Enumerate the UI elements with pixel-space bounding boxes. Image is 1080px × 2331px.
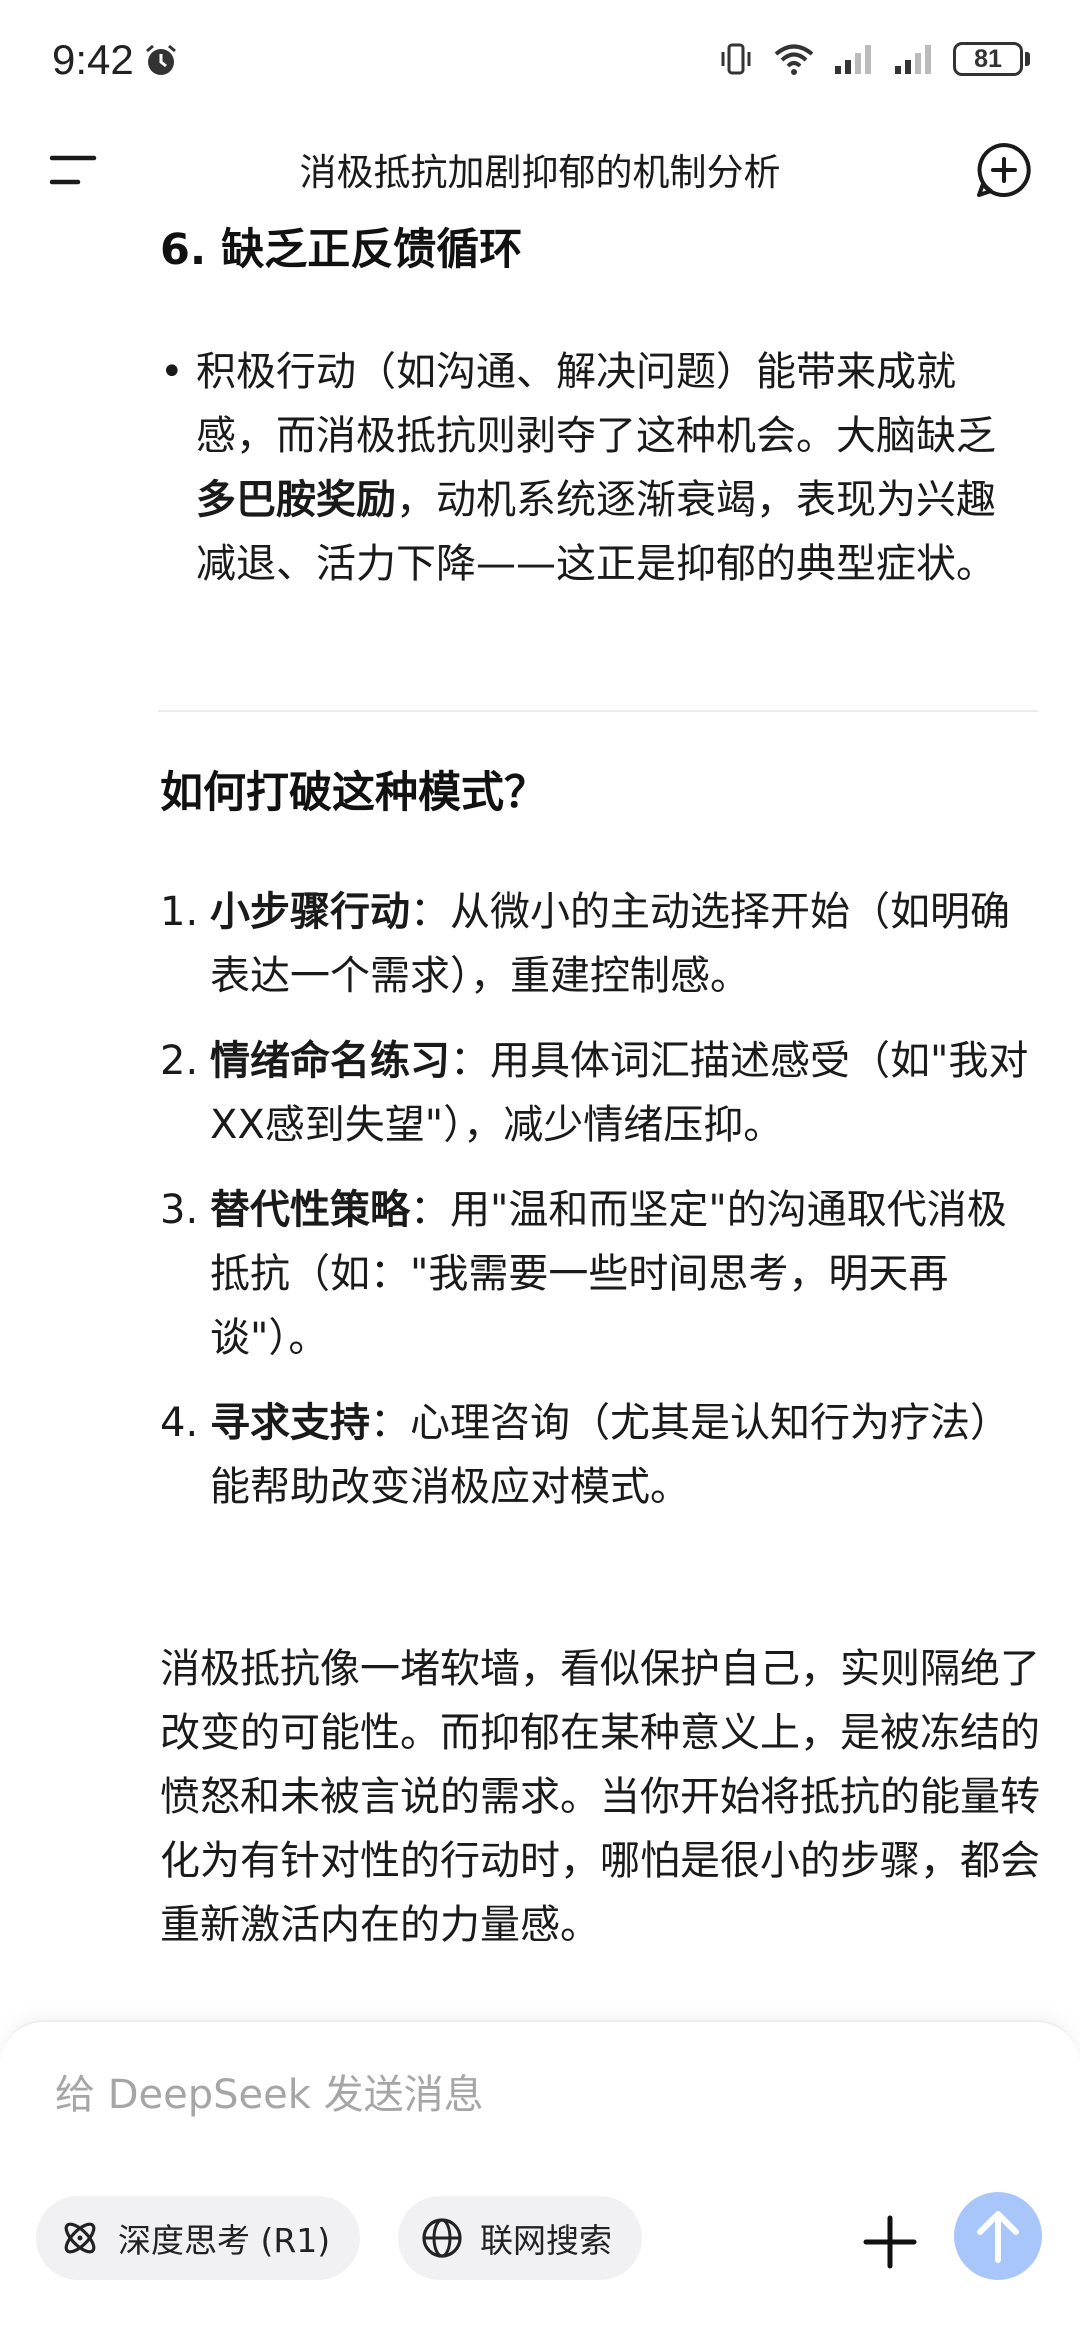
section-heading: 6. 缺乏正反馈循环 — [160, 225, 523, 275]
list-number: 3. — [160, 1187, 199, 1233]
web-search-button[interactable]: 联网搜索 — [398, 2196, 642, 2280]
signal-icon — [835, 45, 871, 74]
plus-icon[interactable] — [860, 2212, 920, 2272]
section-heading-break-pattern: 如何打破这种模式？ — [160, 768, 547, 818]
bullet-marker: • — [160, 349, 184, 395]
vibrate-icon — [721, 43, 751, 75]
list-item-bold: 情绪命名练习 — [210, 1038, 450, 1084]
steps-list: 1. 小步骤行动：从微小的主动选择开始（如明确表达一个需求），重建控制感。 2.… — [160, 880, 1040, 1540]
web-search-label: 联网搜索 — [480, 2221, 612, 2260]
input-panel: 给 DeepSeek 发送消息 深度思考 (R1) 联网搜索 — [0, 2020, 1080, 2331]
divider — [158, 710, 1038, 712]
list-number: 4. — [160, 1400, 199, 1446]
globe-icon — [422, 2218, 462, 2258]
list-item-bold: 替代性策略 — [210, 1187, 410, 1233]
conclusion-paragraph: 消极抵抗像一堵软墙，看似保护自己，实则隔绝了改变的可能性。而抑郁在某种意义上，是… — [160, 1646, 1040, 1948]
status-bar: 9:42 81 — [0, 0, 1080, 120]
alarm-icon — [146, 44, 176, 75]
list-item-bold: 寻求支持 — [210, 1400, 370, 1446]
message-input[interactable]: 给 DeepSeek 发送消息 — [55, 2062, 484, 2120]
send-button[interactable] — [952, 2190, 1044, 2282]
battery-level: 81 — [953, 42, 1023, 76]
list-number: 1. — [160, 889, 199, 935]
page-title: 消极抵抗加剧抑郁的机制分析 — [299, 151, 781, 194]
deep-think-label: 深度思考 (R1) — [118, 2221, 331, 2260]
menu-icon[interactable] — [48, 150, 98, 190]
status-time: 9:42 — [52, 36, 134, 83]
new-chat-icon[interactable] — [974, 140, 1034, 200]
wifi-icon — [774, 44, 814, 75]
list-item: 2. 情绪命名练习：用具体词汇描述感受（如"我对XX感到失望"），减少情绪压抑。 — [160, 1029, 1040, 1157]
bullet-text-before: 积极行动（如沟通、解决问题）能带来成就感，而消极抵抗则剥夺了这种机会。大脑缺乏 — [196, 349, 996, 459]
battery-icon: 81 — [953, 42, 1030, 76]
list-item: 3. 替代性策略：用"温和而坚定"的沟通取代消极抵抗（如："我需要一些时间思考，… — [160, 1178, 1040, 1370]
list-item: 1. 小步骤行动：从微小的主动选择开始（如明确表达一个需求），重建控制感。 — [160, 880, 1040, 1008]
signal-icon-2 — [895, 45, 931, 74]
list-item-bold: 小步骤行动 — [210, 889, 410, 935]
list-item: 4. 寻求支持：心理咨询（尤其是认知行为疗法）能帮助改变消极应对模式。 — [160, 1391, 1040, 1519]
bullet-text-bold: 多巴胺奖励 — [196, 477, 396, 523]
bullet-item: • 积极行动（如沟通、解决问题）能带来成就感，而消极抵抗则剥夺了这种机会。大脑缺… — [160, 340, 1030, 596]
atom-icon — [64, 2222, 96, 2254]
app-header: 消极抵抗加剧抑郁的机制分析 — [0, 120, 1080, 220]
deep-think-button[interactable]: 深度思考 (R1) — [36, 2196, 361, 2280]
list-number: 2. — [160, 1038, 199, 1084]
